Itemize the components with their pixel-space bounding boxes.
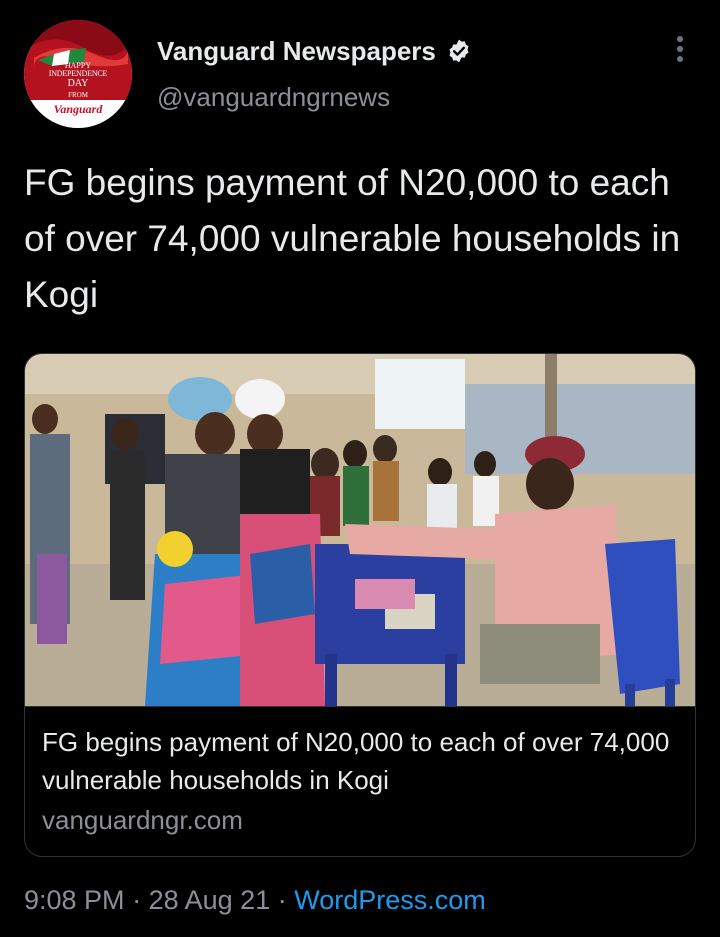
- avatar-text-line: INDEPENDENCE: [48, 69, 108, 78]
- link-preview-card[interactable]: FG begins payment of N20,000 to each of …: [24, 353, 696, 857]
- tweet-footer: 9:08 PM · 28 Aug 21 · WordPress.com: [24, 885, 486, 916]
- card-image[interactable]: [25, 354, 695, 706]
- card-domain: vanguardngr.com: [42, 805, 243, 835]
- avatar-text-line: DAY: [67, 78, 89, 89]
- avatar-text-line: FROM: [68, 91, 88, 99]
- tweet-header: HAPPY INDEPENDENCE DAY FROM Vanguard Van…: [24, 20, 696, 130]
- tweet-date[interactable]: 28 Aug 21: [149, 885, 271, 915]
- footer-separator: ·: [277, 885, 287, 915]
- tweet-time[interactable]: 9:08 PM: [24, 885, 125, 915]
- more-vertical-icon[interactable]: [670, 36, 690, 66]
- display-name[interactable]: Vanguard Newspapers: [157, 36, 436, 67]
- display-name-row: Vanguard Newspapers: [157, 34, 472, 68]
- news-photo-icon: [25, 354, 695, 706]
- footer-separator: ·: [132, 885, 142, 915]
- avatar-brand-wordmark: Vanguard: [53, 102, 103, 116]
- card-meta: FG begins payment of N20,000 to each of …: [25, 706, 695, 856]
- tweet-text: FG begins payment of N20,000 to each of …: [24, 162, 681, 315]
- user-handle[interactable]: @vanguardngrnews: [157, 82, 390, 113]
- tweet-source-link[interactable]: WordPress.com: [294, 885, 486, 915]
- avatar[interactable]: HAPPY INDEPENDENCE DAY FROM Vanguard: [24, 20, 132, 128]
- verified-badge-icon: [449, 39, 469, 63]
- card-title[interactable]: FG begins payment of N20,000 to each of …: [42, 723, 678, 799]
